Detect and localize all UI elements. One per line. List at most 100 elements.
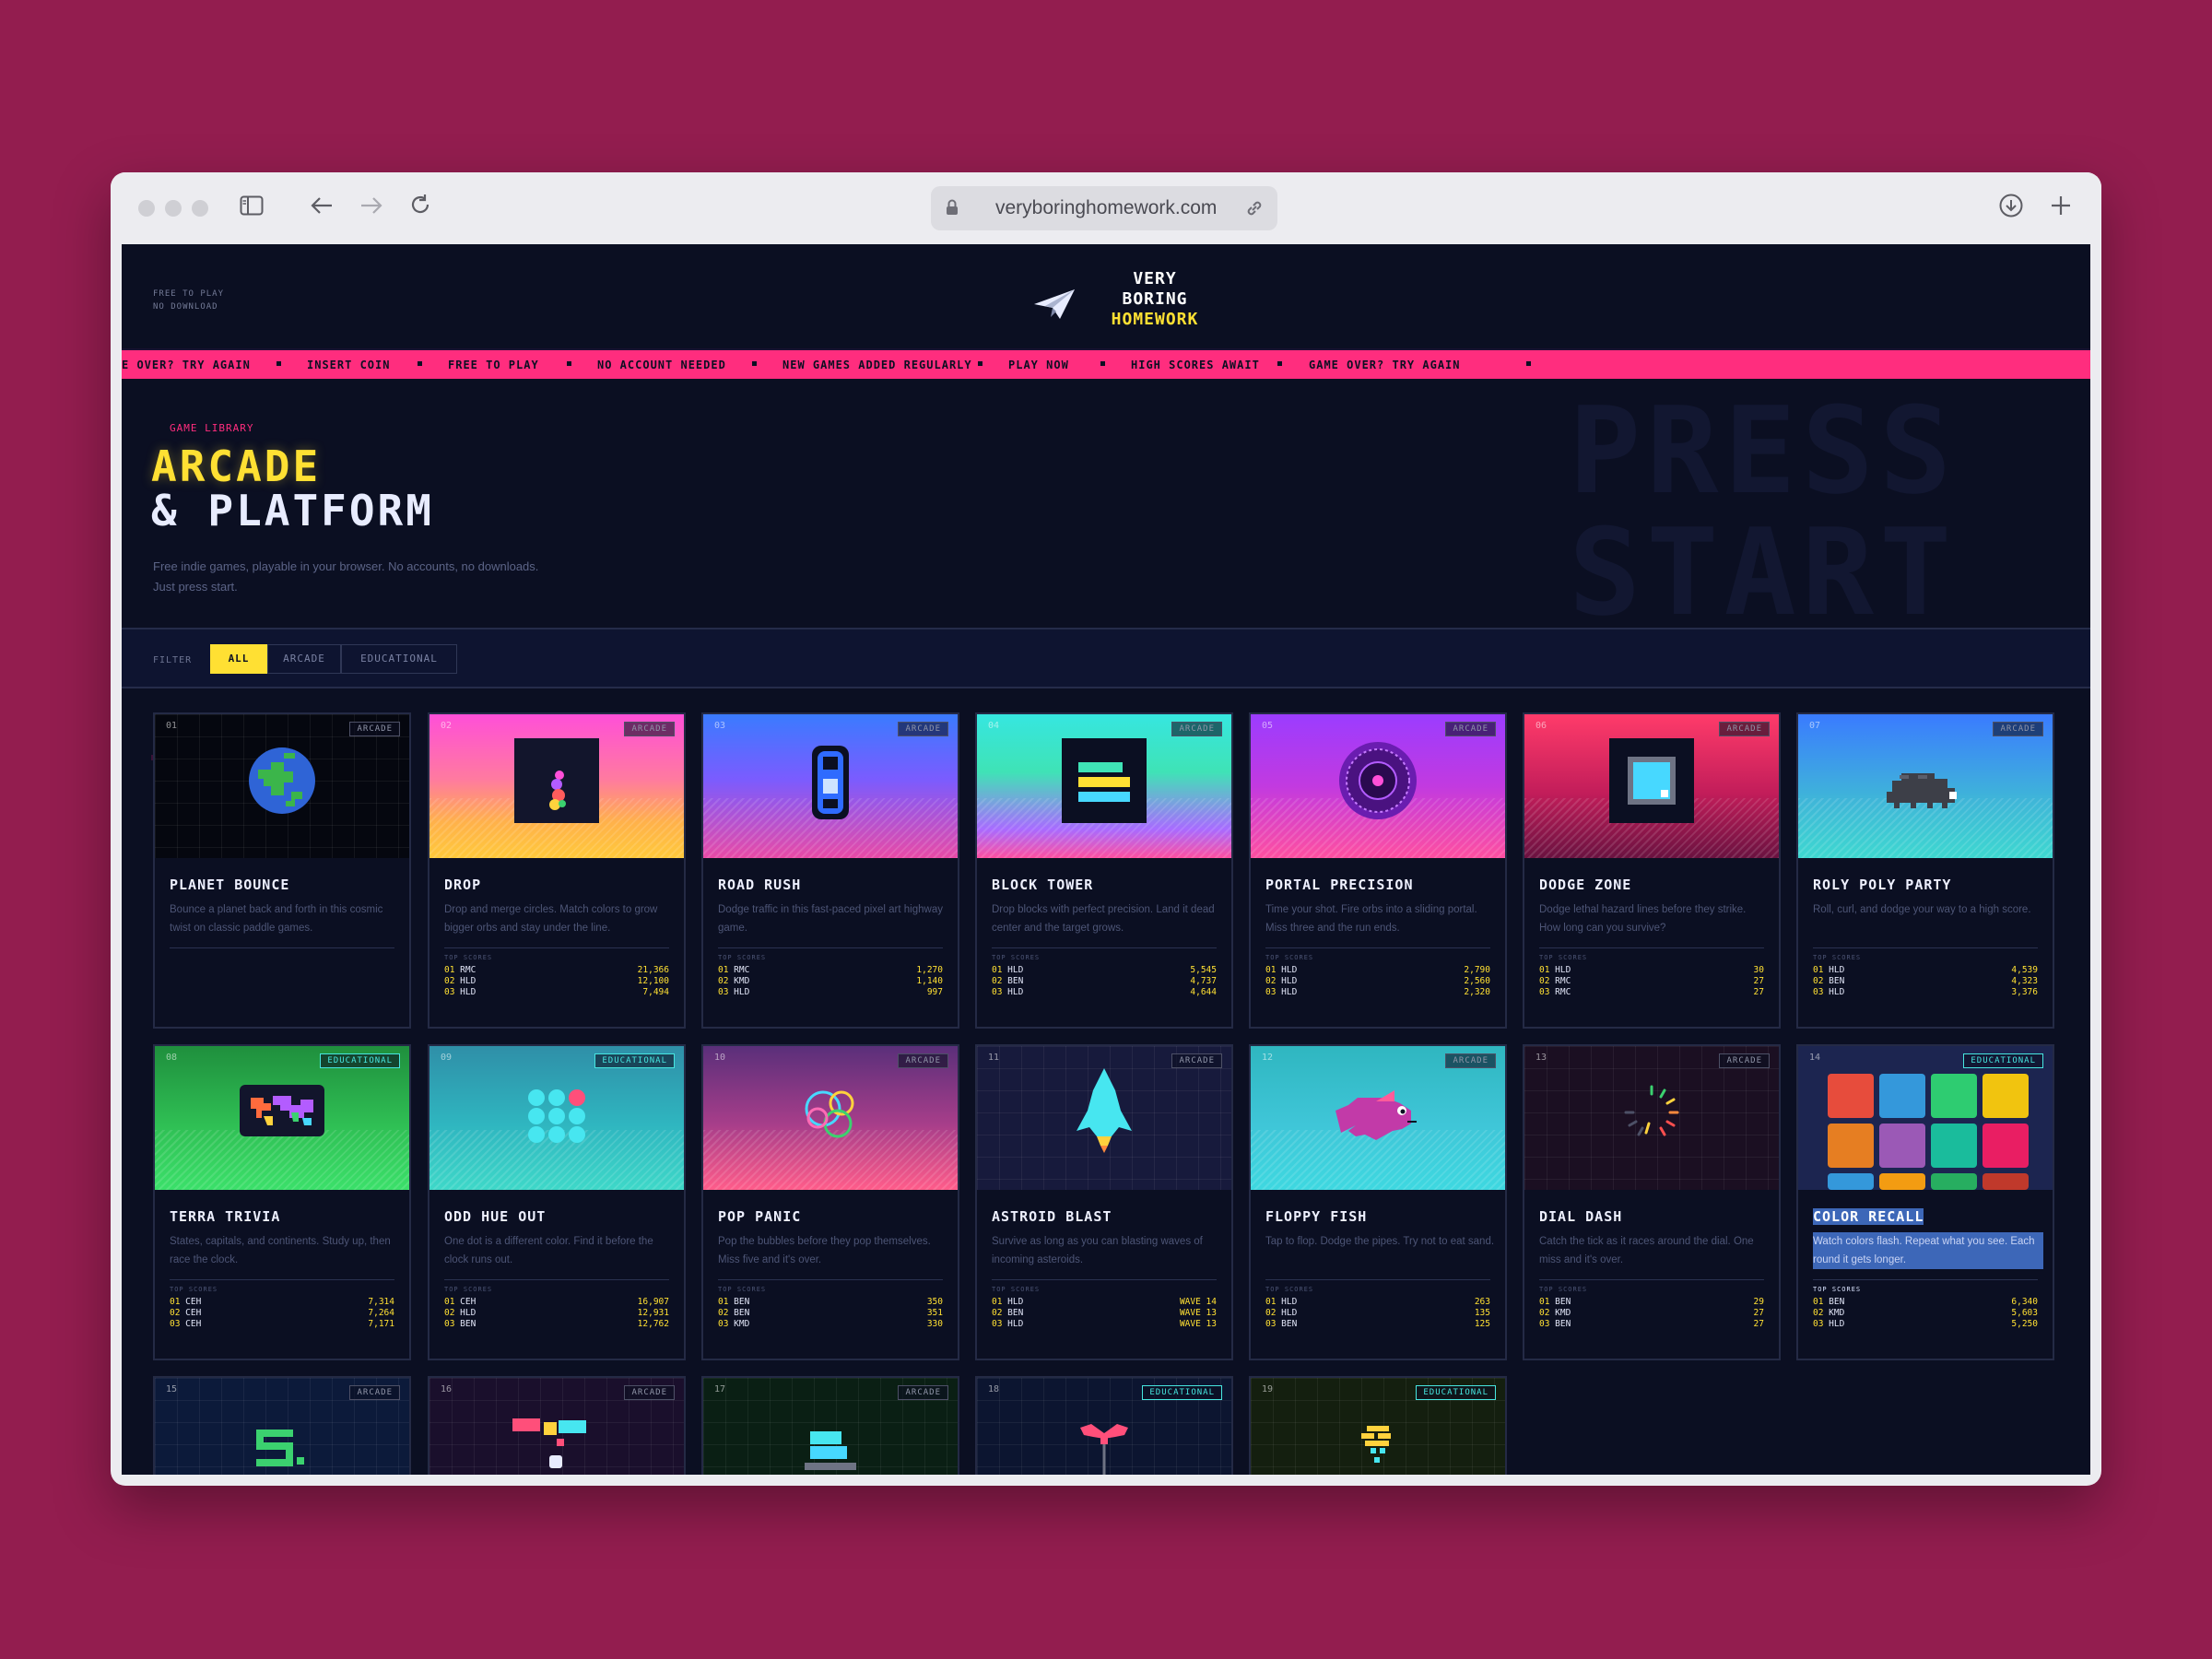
- score-row: 01 HLD WAVE 14: [992, 1297, 1217, 1308]
- game-title[interactable]: PLANET BOUNCE: [170, 877, 289, 893]
- card-divider: [1265, 947, 1490, 948]
- game-thumbnail[interactable]: 16 ARCADE: [429, 1378, 684, 1475]
- game-description: Watch colors flash. Repeat what you see.…: [1813, 1232, 2043, 1269]
- game-thumbnail[interactable]: 13 ARCADE: [1524, 1046, 1779, 1190]
- score-row: 03 RMC 27: [1539, 987, 1764, 998]
- category-badge: ARCADE: [1171, 722, 1222, 736]
- game-card[interactable]: 05 ARCADE PORTAL PRECISION Time your sho…: [1249, 712, 1507, 1029]
- game-card[interactable]: 14 EDUCATIONAL COLOR RECALL Watch colors…: [1796, 1044, 2054, 1360]
- top-scores-label: TOP SCORES: [718, 1286, 767, 1293]
- game-title[interactable]: POP PANIC: [718, 1208, 801, 1225]
- game-title[interactable]: DIAL DASH: [1539, 1208, 1622, 1225]
- score-row: 02 KMD 27: [1539, 1308, 1764, 1319]
- game-thumbnail[interactable]: 08 EDUCATIONAL: [155, 1046, 409, 1190]
- address-bar[interactable]: veryboringhomework.com: [931, 186, 1277, 230]
- game-card[interactable]: 07 ARCADE ROLY POLY PARTY Roll, curl, an…: [1796, 712, 2054, 1029]
- game-card[interactable]: 08 EDUCATIONAL TERRA TRIVIA States, capi…: [153, 1044, 411, 1360]
- game-title[interactable]: ROAD RUSH: [718, 877, 801, 893]
- new-tab-icon[interactable]: [2050, 194, 2072, 221]
- game-title[interactable]: DODGE ZONE: [1539, 877, 1631, 893]
- filter-arcade-button[interactable]: ARCADE: [267, 644, 341, 674]
- score-player: RMC: [1555, 987, 1571, 997]
- zoom-window-button[interactable]: [192, 200, 208, 217]
- game-number: 12: [1262, 1053, 1274, 1063]
- game-card[interactable]: 10 ARCADE POP PANIC Pop the bubbles befo…: [701, 1044, 959, 1360]
- score-player: HLD: [1281, 976, 1298, 986]
- game-title[interactable]: ODD HUE OUT: [444, 1208, 546, 1225]
- game-title[interactable]: ROLY POLY PARTY: [1813, 877, 1951, 893]
- game-thumbnail[interactable]: 07 ARCADE: [1798, 714, 2053, 858]
- game-thumbnail[interactable]: 17 ARCADE: [703, 1378, 958, 1475]
- game-thumbnail[interactable]: 19 EDUCATIONAL: [1251, 1378, 1505, 1475]
- game-thumbnail[interactable]: 02 ARCADE: [429, 714, 684, 858]
- game-card[interactable]: 01 ARCADE PLANET BOUNCE Bounce a planet …: [153, 712, 411, 1029]
- game-thumbnail[interactable]: 15 ARCADE: [155, 1378, 409, 1475]
- game-thumbnail[interactable]: 12 ARCADE: [1251, 1046, 1505, 1190]
- game-card[interactable]: 02 ARCADE DROP Drop and merge circles. M…: [428, 712, 686, 1029]
- top-scores-label: TOP SCORES: [992, 954, 1041, 961]
- game-description: Catch the tick as it races around the di…: [1539, 1236, 1754, 1265]
- game-title[interactable]: FLOPPY FISH: [1265, 1208, 1367, 1225]
- score-points: 4,539: [2011, 965, 2038, 975]
- game-thumbnail[interactable]: 10 ARCADE: [703, 1046, 958, 1190]
- score-points: 3,376: [2011, 987, 2038, 997]
- game-thumbnail[interactable]: 09 EDUCATIONAL: [429, 1046, 684, 1190]
- close-window-button[interactable]: [138, 200, 155, 217]
- game-thumbnail[interactable]: 11 ARCADE: [977, 1046, 1231, 1190]
- game-thumbnail[interactable]: 04 ARCADE: [977, 714, 1231, 858]
- score-row: 01 HLD 2,790: [1265, 965, 1490, 976]
- game-title[interactable]: ASTROID BLAST: [992, 1208, 1112, 1225]
- forward-arrow-icon[interactable]: [359, 194, 383, 220]
- score-rank: 01: [992, 965, 1008, 975]
- game-card[interactable]: 11 ARCADE ASTROID BLAST Survive as long …: [975, 1044, 1233, 1360]
- ticker-item: INSERT COIN: [307, 359, 391, 371]
- game-number: 06: [1535, 721, 1547, 731]
- filter-bar: FILTER ALL ARCADE EDUCATIONAL: [122, 628, 2090, 688]
- game-card[interactable]: 15 ARCADE: [153, 1376, 411, 1475]
- game-card[interactable]: 18 EDUCATIONAL: [975, 1376, 1233, 1475]
- game-title[interactable]: DROP: [444, 877, 481, 893]
- score-row: 03 HLD 997: [718, 987, 943, 998]
- game-title[interactable]: COLOR RECALL: [1813, 1208, 1924, 1225]
- category-badge: ARCADE: [1719, 1053, 1770, 1068]
- game-title[interactable]: PORTAL PRECISION: [1265, 877, 1414, 893]
- ticker-separator: [752, 361, 757, 366]
- game-thumbnail[interactable]: 06 ARCADE: [1524, 714, 1779, 858]
- site-logo[interactable]: VERY BORING HOMEWORK: [1021, 269, 1224, 332]
- game-card[interactable]: 12 ARCADE FLOPPY FISH Tap to flop. Dodge…: [1249, 1044, 1507, 1360]
- game-card[interactable]: 04 ARCADE BLOCK TOWER Drop blocks with p…: [975, 712, 1233, 1029]
- filter-all-button[interactable]: ALL: [210, 644, 267, 674]
- game-card[interactable]: 06 ARCADE DODGE ZONE Dodge lethal hazard…: [1523, 712, 1781, 1029]
- minimize-window-button[interactable]: [165, 200, 182, 217]
- score-rank: 01: [718, 1297, 735, 1307]
- game-thumbnail[interactable]: 14 EDUCATIONAL: [1798, 1046, 2053, 1190]
- game-title[interactable]: TERRA TRIVIA: [170, 1208, 280, 1225]
- score-player: KMD: [1829, 1308, 1845, 1318]
- game-number: 19: [1262, 1384, 1274, 1394]
- game-thumbnail[interactable]: 05 ARCADE: [1251, 714, 1505, 858]
- logo-line: HOMEWORK: [1111, 310, 1199, 329]
- share-link-icon[interactable]: [1244, 198, 1265, 222]
- sidebar-toggle-icon[interactable]: [240, 194, 264, 220]
- score-player: CEH: [460, 1297, 477, 1307]
- back-arrow-icon[interactable]: [310, 194, 334, 220]
- game-card[interactable]: 19 EDUCATIONAL: [1249, 1376, 1507, 1475]
- game-thumbnail[interactable]: 01 ARCADE: [155, 714, 409, 858]
- game-card[interactable]: 16 ARCADE: [428, 1376, 686, 1475]
- reload-icon[interactable]: [408, 193, 432, 221]
- game-card[interactable]: 09 EDUCATIONAL ODD HUE OUT One dot is a …: [428, 1044, 686, 1360]
- game-thumbnail[interactable]: 03 ARCADE: [703, 714, 958, 858]
- filter-educational-button[interactable]: EDUCATIONAL: [341, 644, 457, 674]
- score-rank: 01: [1265, 965, 1282, 975]
- score-row: 03 HLD 3,376: [1813, 987, 2038, 998]
- category-badge: EDUCATIONAL: [1963, 1053, 2043, 1068]
- game-card[interactable]: 13 ARCADE DIAL DASH Catch the tick as it…: [1523, 1044, 1781, 1360]
- score-rank: 01: [444, 965, 461, 975]
- game-thumbnail[interactable]: 18 EDUCATIONAL: [977, 1378, 1231, 1475]
- game-title[interactable]: BLOCK TOWER: [992, 877, 1093, 893]
- game-card[interactable]: 17 ARCADE: [701, 1376, 959, 1475]
- game-card[interactable]: 03 ARCADE ROAD RUSH Dodge traffic in thi…: [701, 712, 959, 1029]
- score-row: 01 HLD 5,545: [992, 965, 1217, 976]
- score-points: 21,366: [637, 965, 669, 975]
- download-icon[interactable]: [1998, 193, 2024, 223]
